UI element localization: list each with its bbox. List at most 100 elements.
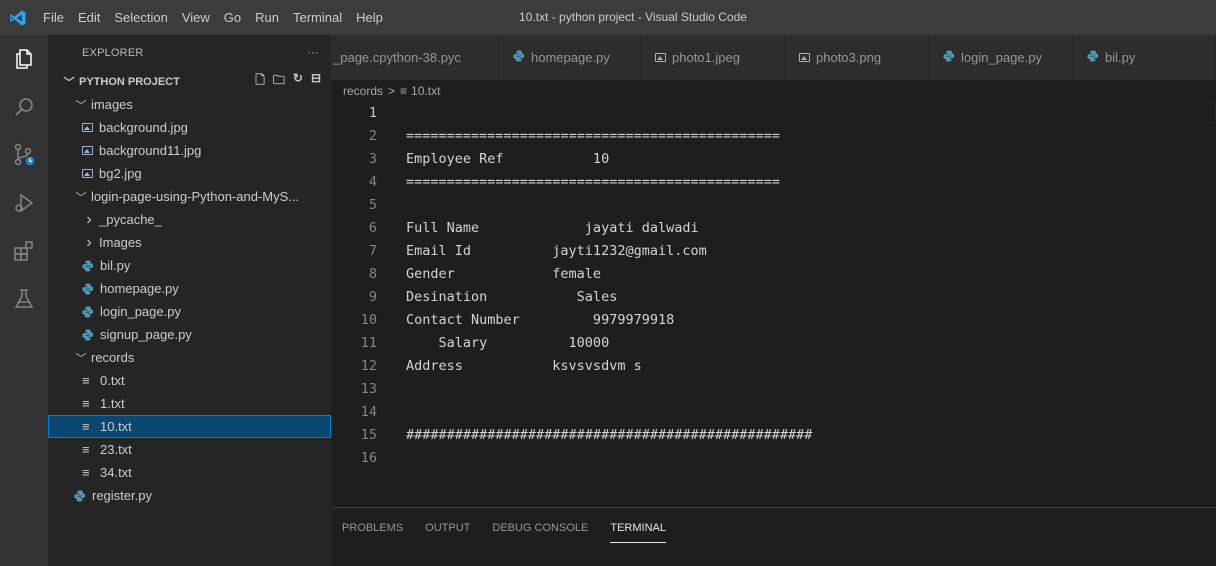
text-file-icon: ≡ [82, 396, 90, 411]
python-file-icon [943, 50, 955, 65]
explorer-header: EXPLORER ··· [48, 35, 331, 70]
tree-item-label: 10.txt [100, 419, 132, 434]
line-text: Full Name jayati dalwadi [406, 220, 699, 236]
folder-item[interactable]: ﹀ images [48, 93, 331, 116]
file-item[interactable]: login_page.py [48, 300, 331, 323]
code-line: 12 Address ksvsvsdvm s [331, 355, 1216, 378]
line-text: ========================================… [406, 128, 780, 144]
extensions-icon[interactable] [0, 227, 48, 275]
breadcrumb-separator: > [388, 84, 396, 98]
line-number: 9 [368, 289, 377, 305]
tree-item-label: _pycache_ [99, 212, 162, 227]
text-file-icon: ≡ [82, 442, 90, 457]
image-file-icon [655, 53, 666, 62]
title-bar: File Edit Selection View Go Run Terminal Help 1… [0, 0, 1216, 35]
new-file-icon[interactable]: 🗋 [255, 71, 265, 92]
menu-file[interactable]: File [36, 10, 71, 25]
source-control-icon[interactable] [0, 131, 48, 179]
tree-item-label: background11.jpg [99, 143, 202, 158]
panel-tab-problems[interactable]: PROBLEMS [342, 518, 403, 538]
editor-tab[interactable]: photo1.jpeg [641, 35, 785, 80]
breadcrumb-file[interactable]: 10.txt [411, 84, 440, 98]
tree-item-label: login-page-using-Python-and-MyS... [91, 189, 300, 204]
code-line: 16 [331, 447, 1216, 470]
file-item[interactable]: ≡ 23.txt [48, 438, 331, 461]
refresh-icon[interactable]: ↻ [293, 71, 303, 92]
panel-tab-debug-console[interactable]: DEBUG CONSOLE [492, 518, 588, 538]
code-line: 15 ######################################… [331, 424, 1216, 447]
menu-run[interactable]: Run [248, 10, 286, 25]
explorer-icon[interactable] [0, 35, 48, 83]
line-number: 6 [368, 220, 377, 236]
menu-selection[interactable]: Selection [107, 10, 174, 25]
breadcrumb: records > ≡ 10.txt [331, 80, 1216, 102]
menu-help[interactable]: Help [349, 10, 390, 25]
editor-tabs: _page.cpython-38.pyc homepage.py photo1.jp… [331, 35, 1216, 80]
editor-tab[interactable]: photo3.png [785, 35, 929, 80]
explorer-title: EXPLORER [82, 46, 144, 59]
panel-tab-terminal[interactable]: TERMINAL [610, 518, 666, 543]
collapse-all-icon[interactable]: ⊟ [311, 71, 321, 92]
line-number: 10 [360, 312, 377, 328]
menu-edit[interactable]: Edit [71, 10, 107, 25]
file-item[interactable]: signup_page.py [48, 323, 331, 346]
folder-item[interactable]: ﹀ records [48, 346, 331, 369]
line-number: 4 [368, 174, 377, 190]
image-file-icon [82, 123, 93, 132]
search-icon[interactable] [0, 83, 48, 131]
tree-item-label: signup_page.py [100, 327, 192, 342]
panel-tab-output[interactable]: OUTPUT [425, 518, 470, 538]
python-file-icon [513, 50, 525, 65]
editor-tab[interactable]: bil.py [1073, 35, 1216, 80]
tree-item-label: 23.txt [100, 442, 132, 457]
line-number: 3 [368, 151, 377, 167]
project-header[interactable]: ﹀ PYTHON PROJECT 🗋 🗀 ↻ ⊟ [48, 70, 331, 93]
line-number: 5 [368, 197, 377, 213]
chevron-right-icon: › [86, 233, 92, 251]
menu-view[interactable]: View [175, 10, 217, 25]
file-item[interactable]: background.jpg [48, 116, 331, 139]
file-item[interactable]: bg2.jpg [48, 162, 331, 185]
tab-label: _page.cpython-38.pyc [333, 50, 461, 65]
file-item[interactable]: ≡ 10.txt [48, 415, 331, 438]
python-file-icon [82, 306, 94, 318]
line-number: 2 [368, 128, 377, 144]
tree-item-label: homepage.py [100, 281, 179, 296]
tree-item-label: bil.py [100, 258, 131, 273]
menu-terminal[interactable]: Terminal [286, 10, 349, 25]
folder-item[interactable]: › _pycache_ [48, 208, 331, 231]
folder-item[interactable]: › Images [48, 231, 331, 254]
file-item[interactable]: homepage.py [48, 277, 331, 300]
tree-item-label: 1.txt [100, 396, 125, 411]
tab-label: homepage.py [531, 50, 610, 65]
breadcrumb-folder[interactable]: records [343, 84, 383, 98]
code-line: 8 Gender female [331, 263, 1216, 286]
line-number: 12 [360, 358, 377, 374]
image-file-icon [82, 146, 93, 155]
chevron-down-icon: ﹀ [75, 352, 87, 365]
code-line: 14 [331, 401, 1216, 424]
file-item[interactable]: ≡ 34.txt [48, 461, 331, 484]
folder-item[interactable]: ﹀ login-page-using-Python-and-MyS... [48, 185, 331, 208]
file-item[interactable]: bil.py [48, 254, 331, 277]
editor-tab[interactable]: _page.cpython-38.pyc [331, 35, 499, 80]
run-debug-icon[interactable] [0, 179, 48, 227]
file-item[interactable]: background11.jpg [48, 139, 331, 162]
code-line: 6 Full Name jayati dalwadi [331, 217, 1216, 240]
editor-tab[interactable]: login_page.py [929, 35, 1073, 80]
tree-item-label: background.jpg [99, 120, 188, 135]
python-file-icon [1087, 50, 1099, 65]
tab-label: bil.py [1105, 50, 1136, 65]
menu-go[interactable]: Go [217, 10, 248, 25]
code-editor[interactable]: 1 2 ======================================… [331, 102, 1216, 485]
image-file-icon [799, 53, 810, 62]
editor-tab[interactable]: homepage.py [499, 35, 641, 80]
explorer-sidebar: EXPLORER ··· ﹀ PYTHON PROJECT 🗋 🗀 ↻ ⊟ ﹀ i… [48, 35, 331, 566]
python-file-icon [74, 490, 86, 502]
file-item[interactable]: ≡ 0.txt [48, 369, 331, 392]
testing-flask-icon[interactable] [0, 275, 48, 323]
file-item[interactable]: register.py [48, 484, 331, 507]
explorer-more-button[interactable]: ··· [307, 47, 319, 59]
file-item[interactable]: ≡ 1.txt [48, 392, 331, 415]
new-folder-icon[interactable]: 🗀 [273, 71, 285, 92]
